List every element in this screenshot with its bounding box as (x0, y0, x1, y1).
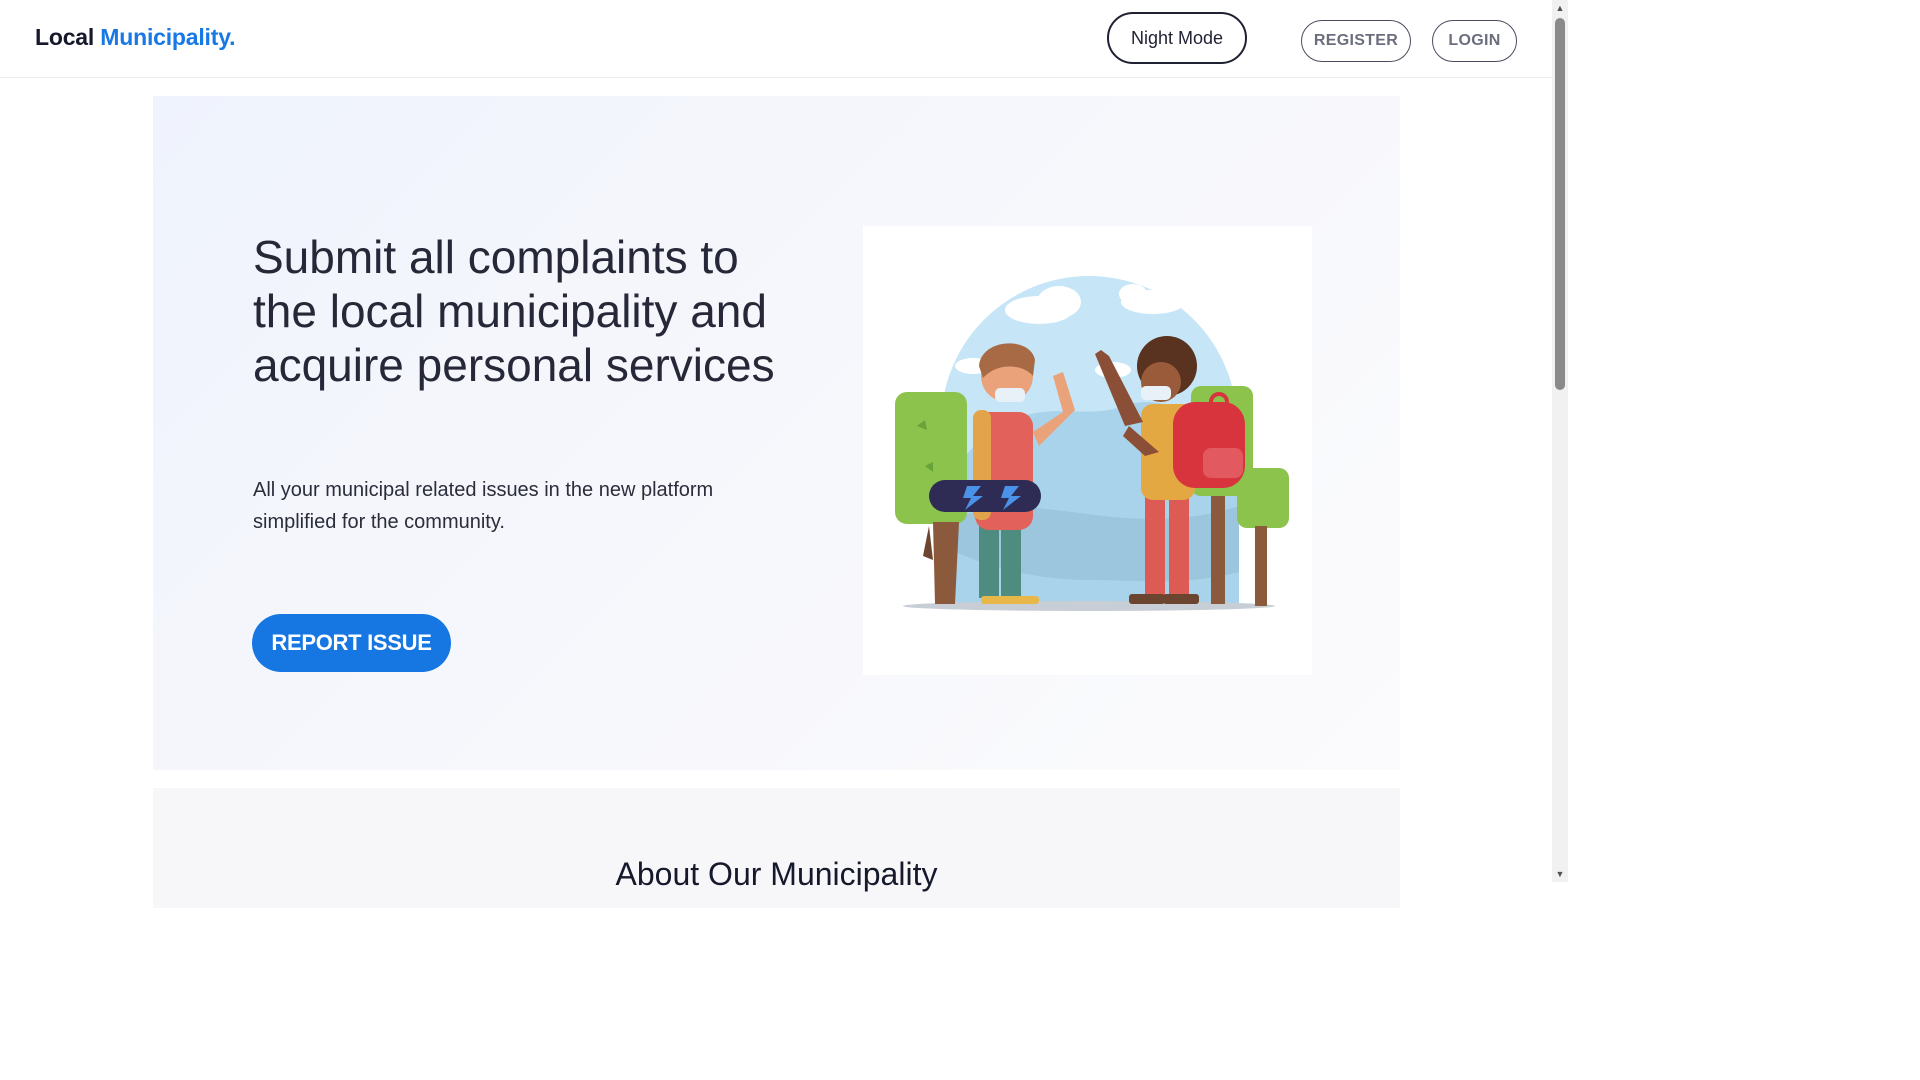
night-mode-button[interactable]: Night Mode (1107, 12, 1247, 64)
hero-subtitle: All your municipal related issues in the… (253, 479, 714, 533)
scroll-down-arrow-icon[interactable]: ▼ (1552, 866, 1568, 882)
two-people-waving-illustration-icon (895, 276, 1289, 611)
report-issue-button[interactable]: REPORT ISSUE (252, 614, 451, 672)
scrollbar-thumb[interactable] (1555, 18, 1565, 390)
vertical-scrollbar[interactable]: ▲ ▼ (1552, 0, 1568, 882)
top-navbar: Local Municipality. Night Mode REGISTER … (0, 0, 1552, 78)
register-button[interactable]: REGISTER (1301, 20, 1411, 62)
hero-title: Submit all complaints to the local munic… (253, 231, 775, 391)
scroll-up-arrow-icon[interactable]: ▲ (1552, 0, 1568, 16)
login-button[interactable]: LOGIN (1432, 20, 1517, 62)
about-section: About Our Municipality (153, 788, 1400, 908)
about-title: About Our Municipality (615, 856, 938, 892)
brand-text-local: Local (35, 24, 95, 50)
hero-illustration (863, 226, 1312, 675)
brand-text-municipality: Municipality. (100, 24, 236, 50)
brand-logo[interactable]: Local Municipality. (35, 24, 235, 51)
hero-section: Submit all complaints to the local munic… (153, 96, 1400, 770)
